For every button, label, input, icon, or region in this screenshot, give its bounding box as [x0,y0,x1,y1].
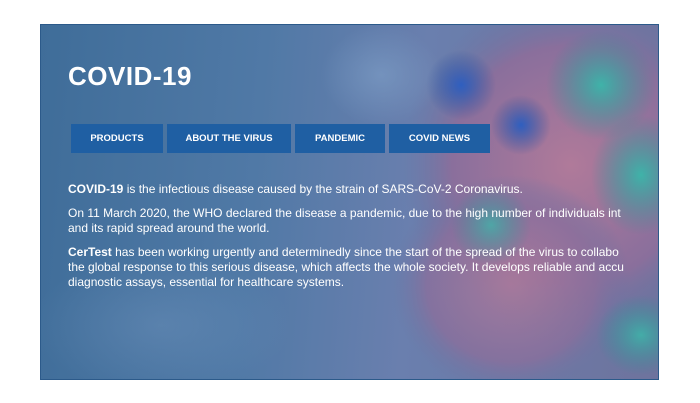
page-title: COVID-19 [68,61,192,91]
p3-line3: diagnostic assays, essential for healthc… [68,275,345,289]
intro-paragraph-2: On 11 March 2020, the WHO declared the d… [68,206,658,236]
intro-paragraph-1: COVID-19 is the infectious disease cause… [68,182,658,197]
nav-about-virus-button[interactable]: ABOUT THE VIRUS [167,124,291,153]
p3-line2: the global response to this serious dise… [68,260,624,274]
covid-nav: PRODUCTS ABOUT THE VIRUS PANDEMIC COVID … [71,124,490,153]
intro-text: COVID-19 is the infectious disease cause… [68,182,658,299]
covid-bold: COVID-19 [68,182,124,196]
p2-line1: On 11 March 2020, the WHO declared the d… [68,206,621,220]
p2-line2: and its rapid spread around the world. [68,221,270,235]
nav-covid-news-button[interactable]: COVID NEWS [389,124,490,153]
hero-banner: COVID-19 PRODUCTS ABOUT THE VIRUS PANDEM… [40,24,659,380]
p3-line1: has been working urgently and determined… [111,245,619,259]
p1-text: is the infectious disease caused by the … [123,182,523,196]
certest-bold: CerTest [68,245,112,259]
nav-products-button[interactable]: PRODUCTS [71,124,163,153]
nav-pandemic-button[interactable]: PANDEMIC [295,124,385,153]
intro-paragraph-3: CerTest has been working urgently and de… [68,245,658,290]
